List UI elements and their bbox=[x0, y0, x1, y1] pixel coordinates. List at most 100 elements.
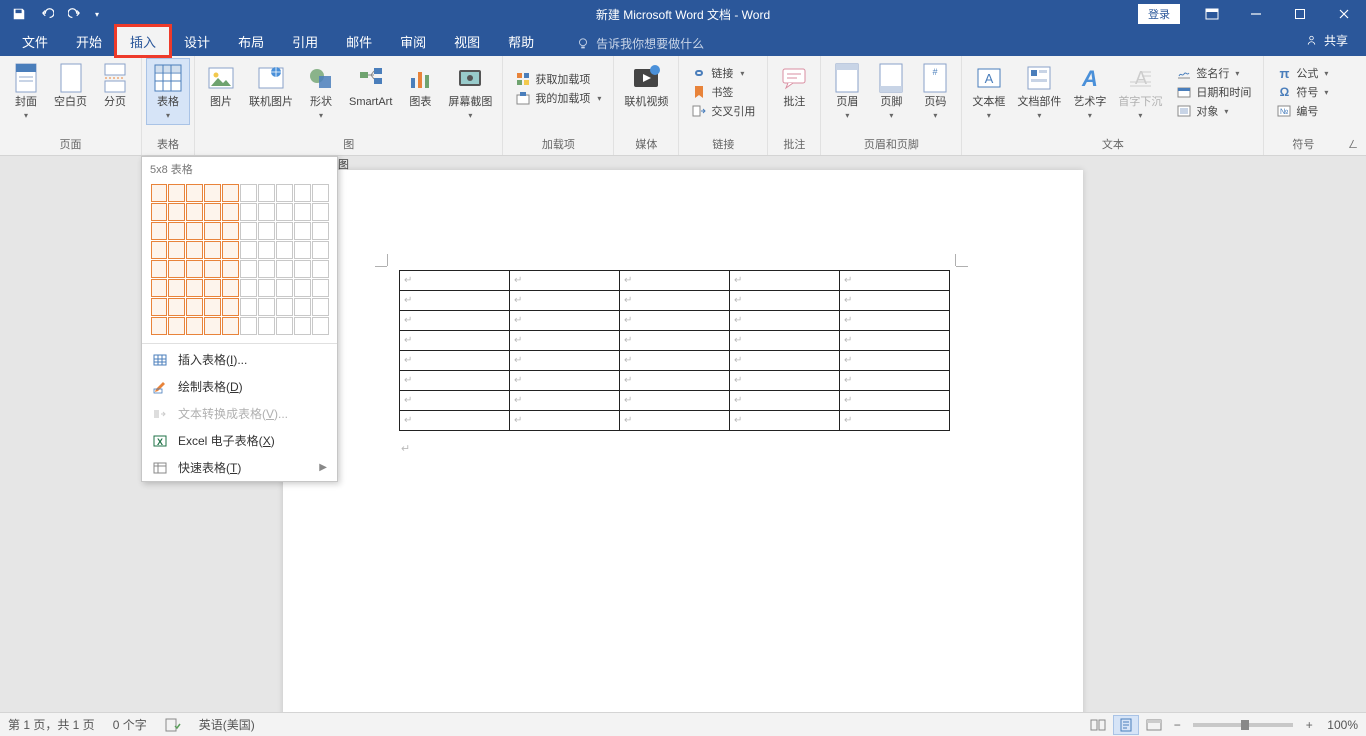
grid-cell[interactable] bbox=[168, 241, 185, 259]
textbox-button[interactable]: A文本框▾ bbox=[966, 58, 1011, 124]
header-button[interactable]: 页眉▾ bbox=[825, 58, 869, 124]
table-cell[interactable]: ↵ bbox=[730, 291, 840, 311]
table-cell[interactable]: ↵ bbox=[400, 351, 510, 371]
grid-cell[interactable] bbox=[222, 298, 239, 316]
grid-cell[interactable] bbox=[222, 260, 239, 278]
qat-customize-icon[interactable]: ▾ bbox=[90, 2, 104, 26]
tab-file[interactable]: 文件 bbox=[8, 26, 62, 56]
grid-cell[interactable] bbox=[204, 222, 221, 240]
grid-cell[interactable] bbox=[276, 241, 293, 259]
table-cell[interactable]: ↵ bbox=[730, 411, 840, 431]
tell-me-search[interactable]: 告诉我你想要做什么 bbox=[568, 31, 712, 56]
page-number-status[interactable]: 第 1 页，共 1 页 bbox=[8, 716, 95, 733]
grid-cell[interactable] bbox=[240, 260, 257, 278]
grid-cell[interactable] bbox=[151, 241, 168, 259]
blank-page-button[interactable]: 空白页 bbox=[48, 58, 93, 124]
zoom-out-button[interactable]: − bbox=[1169, 718, 1185, 732]
tab-design[interactable]: 设计 bbox=[170, 26, 224, 56]
grid-cell[interactable] bbox=[168, 317, 185, 335]
close-button[interactable] bbox=[1322, 0, 1366, 28]
wordart-button[interactable]: A艺术字▾ bbox=[1067, 58, 1112, 124]
grid-cell[interactable] bbox=[276, 298, 293, 316]
grid-cell[interactable] bbox=[258, 260, 275, 278]
grid-cell[interactable] bbox=[312, 184, 329, 202]
grid-cell[interactable] bbox=[204, 298, 221, 316]
grid-cell[interactable] bbox=[294, 203, 311, 221]
print-layout-button[interactable] bbox=[1113, 715, 1139, 735]
table-cell[interactable]: ↵ bbox=[620, 351, 730, 371]
maximize-button[interactable] bbox=[1278, 0, 1322, 28]
date-time-button[interactable]: 日期和时间 bbox=[1172, 83, 1255, 101]
grid-cell[interactable] bbox=[294, 241, 311, 259]
table-cell[interactable]: ↵ bbox=[400, 291, 510, 311]
table-cell[interactable]: ↵ bbox=[400, 391, 510, 411]
grid-cell[interactable] bbox=[186, 241, 203, 259]
grid-cell[interactable] bbox=[294, 279, 311, 297]
table-cell[interactable]: ↵ bbox=[620, 291, 730, 311]
table-cell[interactable]: ↵ bbox=[840, 371, 950, 391]
online-video-button[interactable]: 联机视频 bbox=[618, 58, 674, 124]
table-cell[interactable]: ↵ bbox=[840, 351, 950, 371]
grid-cell[interactable] bbox=[294, 317, 311, 335]
table-cell[interactable]: ↵ bbox=[620, 331, 730, 351]
table-cell[interactable]: ↵ bbox=[840, 331, 950, 351]
word-count-status[interactable]: 0 个字 bbox=[113, 716, 147, 733]
online-pictures-button[interactable]: 联机图片 bbox=[243, 58, 299, 124]
grid-cell[interactable] bbox=[222, 203, 239, 221]
grid-cell[interactable] bbox=[276, 184, 293, 202]
grid-cell[interactable] bbox=[222, 241, 239, 259]
undo-button[interactable] bbox=[34, 2, 60, 26]
table-cell[interactable]: ↵ bbox=[730, 271, 840, 291]
chart-button[interactable]: 图表 bbox=[398, 58, 442, 124]
language-status[interactable]: 英语(美国) bbox=[199, 716, 255, 733]
tab-mailings[interactable]: 邮件 bbox=[332, 26, 386, 56]
signature-line-button[interactable]: 签名行▾ bbox=[1172, 64, 1255, 82]
grid-cell[interactable] bbox=[312, 279, 329, 297]
grid-cell[interactable] bbox=[186, 260, 203, 278]
insert-table-item[interactable]: 插入表格(I)... bbox=[142, 346, 337, 373]
grid-cell[interactable] bbox=[312, 317, 329, 335]
bookmark-button[interactable]: 书签 bbox=[687, 83, 759, 101]
zoom-in-button[interactable]: + bbox=[1301, 718, 1317, 732]
table-cell[interactable]: ↵ bbox=[510, 371, 620, 391]
zoom-slider[interactable] bbox=[1193, 723, 1293, 727]
grid-cell[interactable] bbox=[186, 203, 203, 221]
grid-cell[interactable] bbox=[204, 317, 221, 335]
grid-cell[interactable] bbox=[312, 298, 329, 316]
object-button[interactable]: 对象▾ bbox=[1172, 102, 1255, 120]
table-cell[interactable]: ↵ bbox=[510, 411, 620, 431]
grid-cell[interactable] bbox=[186, 222, 203, 240]
tab-home[interactable]: 开始 bbox=[62, 26, 116, 56]
grid-cell[interactable] bbox=[186, 279, 203, 297]
grid-cell[interactable] bbox=[168, 298, 185, 316]
grid-cell[interactable] bbox=[222, 279, 239, 297]
grid-cell[interactable] bbox=[168, 203, 185, 221]
pictures-button[interactable]: 图片 bbox=[199, 58, 243, 124]
grid-cell[interactable] bbox=[276, 317, 293, 335]
grid-cell[interactable] bbox=[168, 279, 185, 297]
page-break-button[interactable]: 分页 bbox=[93, 58, 137, 124]
grid-cell[interactable] bbox=[186, 298, 203, 316]
grid-cell[interactable] bbox=[258, 241, 275, 259]
screenshot-button[interactable]: 屏幕截图▾ bbox=[442, 58, 498, 124]
grid-cell[interactable] bbox=[258, 298, 275, 316]
grid-cell[interactable] bbox=[312, 241, 329, 259]
table-cell[interactable]: ↵ bbox=[620, 371, 730, 391]
grid-cell[interactable] bbox=[312, 222, 329, 240]
grid-cell[interactable] bbox=[240, 203, 257, 221]
table-cell[interactable]: ↵ bbox=[400, 371, 510, 391]
grid-cell[interactable] bbox=[168, 260, 185, 278]
document-table[interactable]: ↵↵↵↵↵↵↵↵↵↵↵↵↵↵↵↵↵↵↵↵↵↵↵↵↵↵↵↵↵↵↵↵↵↵↵↵↵↵↵↵ bbox=[399, 270, 950, 431]
grid-cell[interactable] bbox=[151, 260, 168, 278]
grid-cell[interactable] bbox=[204, 184, 221, 202]
grid-cell[interactable] bbox=[186, 184, 203, 202]
table-grid-picker[interactable] bbox=[142, 181, 337, 341]
grid-cell[interactable] bbox=[276, 279, 293, 297]
dropcap-button[interactable]: A首字下沉▾ bbox=[1112, 58, 1168, 124]
web-layout-button[interactable] bbox=[1141, 715, 1167, 735]
grid-cell[interactable] bbox=[240, 317, 257, 335]
grid-cell[interactable] bbox=[168, 222, 185, 240]
grid-cell[interactable] bbox=[240, 222, 257, 240]
page-number-button[interactable]: #页码▾ bbox=[913, 58, 957, 124]
grid-cell[interactable] bbox=[258, 317, 275, 335]
